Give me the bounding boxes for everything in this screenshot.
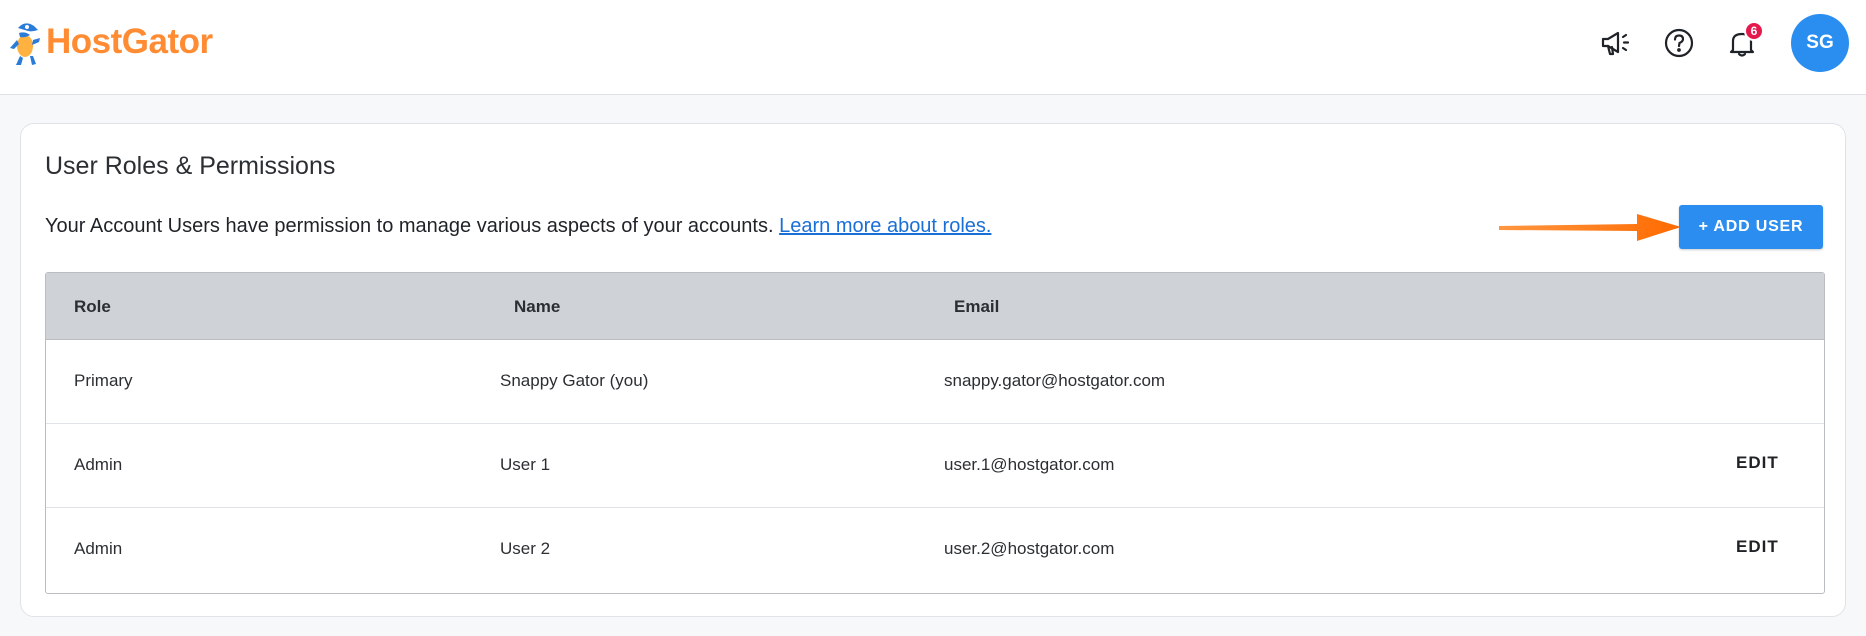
brand-name: HostGator bbox=[46, 22, 213, 61]
cell-email: user.1@hostgator.com bbox=[944, 455, 1115, 474]
cell-role: Admin bbox=[74, 539, 123, 558]
cell-name: Snappy Gator (you) bbox=[500, 371, 649, 390]
cell-role: Admin bbox=[74, 455, 123, 474]
edit-user-button[interactable]: EDIT bbox=[1736, 453, 1779, 473]
roles-description: Your Account Users have permission to ma… bbox=[45, 215, 991, 238]
table-header: Role Name Email bbox=[46, 273, 1824, 340]
description-text: Your Account Users have permission to ma… bbox=[45, 215, 774, 237]
user-roles-card: User Roles & Permissions Your Account Us… bbox=[20, 123, 1846, 617]
cell-name: User 2 bbox=[500, 539, 551, 558]
cell-role: Primary bbox=[74, 371, 133, 390]
arrow-right-icon bbox=[1499, 214, 1681, 241]
table-row: Primary Snappy Gator (you) snappy.gator@… bbox=[46, 340, 1824, 424]
hostgator-logo[interactable]: HostGator bbox=[8, 18, 213, 66]
help-button[interactable] bbox=[1661, 25, 1697, 61]
cell-name: User 1 bbox=[500, 455, 551, 474]
user-avatar[interactable]: SG bbox=[1791, 14, 1849, 72]
megaphone-icon bbox=[1601, 31, 1630, 56]
table-row: Admin User 2 user.2@hostgator.com EDIT bbox=[46, 508, 1824, 592]
column-header-email: Email bbox=[954, 297, 1000, 316]
learn-more-roles-link[interactable]: Learn more about roles. bbox=[779, 215, 991, 237]
announcements-button[interactable] bbox=[1597, 25, 1633, 61]
table-row: Admin User 1 user.1@hostgator.com EDIT bbox=[46, 424, 1824, 508]
page-title: User Roles & Permissions bbox=[45, 152, 336, 180]
column-header-role: Role bbox=[74, 297, 111, 316]
edit-user-button[interactable]: EDIT bbox=[1736, 537, 1779, 557]
cell-email: snappy.gator@hostgator.com bbox=[944, 371, 1166, 390]
notifications-button[interactable]: 6 bbox=[1724, 21, 1764, 61]
top-bar: HostGator 6 SG bbox=[0, 0, 1866, 95]
users-table: Role Name Email Primary Snappy Gator (yo… bbox=[45, 272, 1825, 594]
notification-count-badge: 6 bbox=[1744, 21, 1764, 41]
help-circle-icon bbox=[1664, 28, 1694, 58]
gator-mascot-icon bbox=[10, 23, 40, 65]
cell-email: user.2@hostgator.com bbox=[944, 539, 1115, 558]
add-user-button[interactable]: + ADD USER bbox=[1679, 205, 1823, 249]
column-header-name: Name bbox=[514, 297, 561, 316]
